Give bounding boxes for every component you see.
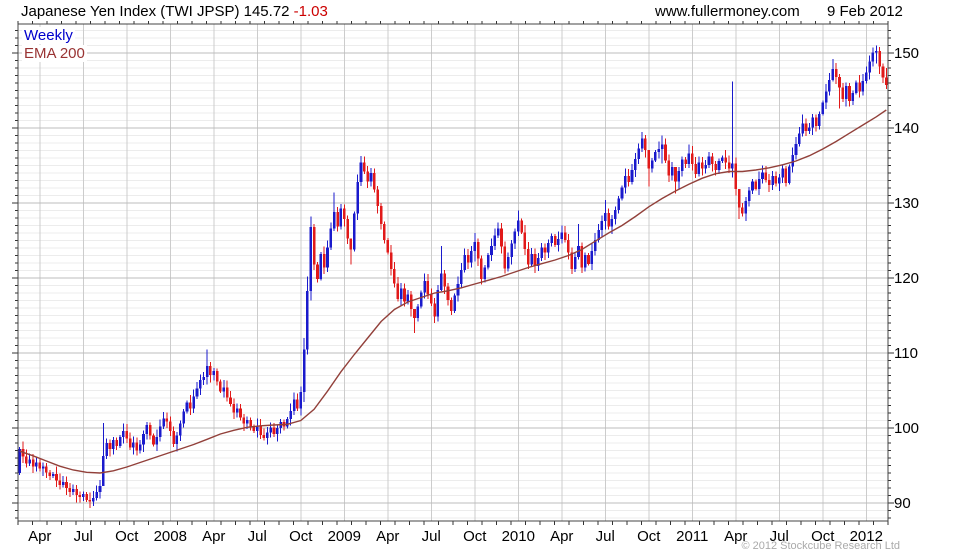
instrument-and-price: Japanese Yen Index (TWI JPSP) 145.72 [21,3,290,20]
legend-weekly-label: Weekly [22,27,75,44]
x-axis-label: Jul [596,528,615,545]
date-label: 9 Feb 2012 [827,3,903,20]
price-chart-canvas: 90 100 110 120 130 140 150 Apr Jul Oct 2008 Apr Jul O… [12,21,919,545]
chart-title: Japanese Yen Index (TWI JPSP) 145.72 -1.… [21,3,328,20]
x-axis-label: Oct [289,528,313,545]
x-axis-label: Apr [376,528,399,545]
axis-ticks [12,21,894,525]
website-label: www.fullermoney.com [655,3,800,20]
x-axis-label: Oct [637,528,661,545]
x-axis-label: Oct [115,528,139,545]
x-axis-label: 2011 [676,528,708,545]
weekly-price-bars [18,45,888,508]
y-axis-label: 140 [894,120,919,137]
y-axis-label: 130 [894,195,919,212]
x-axis-label: 2010 [502,528,535,545]
gridlines-minor [18,30,888,519]
y-axis-label: 150 [894,45,919,62]
price-change: -1.03 [293,3,328,20]
x-axis-label: 2009 [328,528,361,545]
x-axis-label: Apr [202,528,225,545]
x-axis-label: Jul [248,528,267,545]
y-axis-label: 120 [894,270,919,287]
y-axis-label: 90 [894,495,911,512]
x-axis-label: Oct [463,528,487,545]
legend-ema-label: EMA 200 [22,45,87,62]
copyright-label: © 2012 Stockcube Research Ltd [741,540,900,552]
y-axis-label: 100 [894,420,919,437]
gridlines-vertical [39,24,867,521]
x-axis-label: 2008 [154,528,187,545]
x-axis-label: Apr [550,528,573,545]
y-axis-labels: 90 100 110 120 130 140 150 [894,45,919,512]
x-axis-label: Jul [422,528,441,545]
y-axis-label: 110 [894,345,918,362]
ema-200-line [19,109,887,474]
chart-window: 90 100 110 120 130 140 150 Apr Jul Oct 2008 Apr Jul O… [0,0,980,560]
plot-border [17,23,889,522]
x-axis-label: Jul [74,528,93,545]
x-axis-label: Apr [28,528,51,545]
